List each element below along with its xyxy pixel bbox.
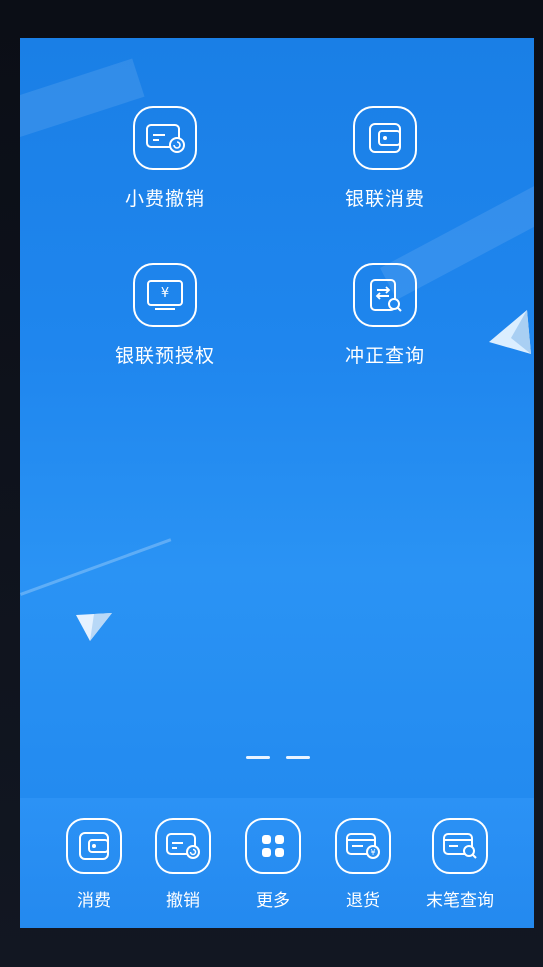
- dock-label: 退货: [346, 891, 380, 911]
- page-dot: [246, 756, 270, 759]
- decor-triangle: [76, 613, 112, 641]
- dock-label: 撤销: [166, 891, 200, 911]
- app-label: 银联预授权: [114, 345, 215, 367]
- decor-triangle: [489, 310, 531, 354]
- wallet-icon: [353, 106, 417, 170]
- card-undo-icon: [155, 818, 211, 874]
- dock-item-refund[interactable]: ¥ 退货: [318, 818, 408, 911]
- dock-item-last-query[interactable]: 末笔查询: [415, 818, 505, 911]
- card-undo-icon: [133, 106, 197, 170]
- svg-text:¥: ¥: [370, 848, 375, 857]
- reversal-search-icon: [353, 263, 417, 327]
- page-dot: [286, 756, 310, 759]
- page-indicator: [246, 744, 326, 763]
- app-label: 小费撤销: [124, 188, 205, 210]
- app-unionpay-preauth[interactable]: ¥ 银联预授权: [80, 263, 250, 368]
- bg-streak: [20, 538, 172, 596]
- wallet-icon: [66, 818, 122, 874]
- yuan-screen-icon: ¥: [133, 263, 197, 327]
- app-tip-void[interactable]: 小费撤销: [80, 106, 250, 211]
- card-search-icon: [432, 818, 488, 874]
- app-label: 冲正查询: [344, 345, 425, 367]
- app-unionpay-purchase[interactable]: 银联消费: [300, 106, 470, 211]
- grid-more-icon: [245, 818, 301, 874]
- dock-label: 更多: [256, 891, 290, 911]
- home-screen: 小费撤销 银联消费 ¥ 银联预授权 冲正查询 消费 撤销 更多 ¥ 退货 末笔查…: [20, 38, 534, 928]
- dock-item-more[interactable]: 更多: [228, 818, 318, 911]
- dock-label: 消费: [77, 891, 111, 911]
- svg-text:¥: ¥: [161, 286, 169, 301]
- app-label: 银联消费: [344, 188, 425, 210]
- dock-label: 末笔查询: [426, 891, 494, 911]
- dock-item-void[interactable]: 撤销: [138, 818, 228, 911]
- card-refund-icon: ¥: [335, 818, 391, 874]
- bottom-dock: 消费 撤销 更多 ¥ 退货 末笔查询: [20, 798, 534, 928]
- dock-item-purchase[interactable]: 消费: [49, 818, 139, 911]
- app-reversal-query[interactable]: 冲正查询: [300, 263, 470, 368]
